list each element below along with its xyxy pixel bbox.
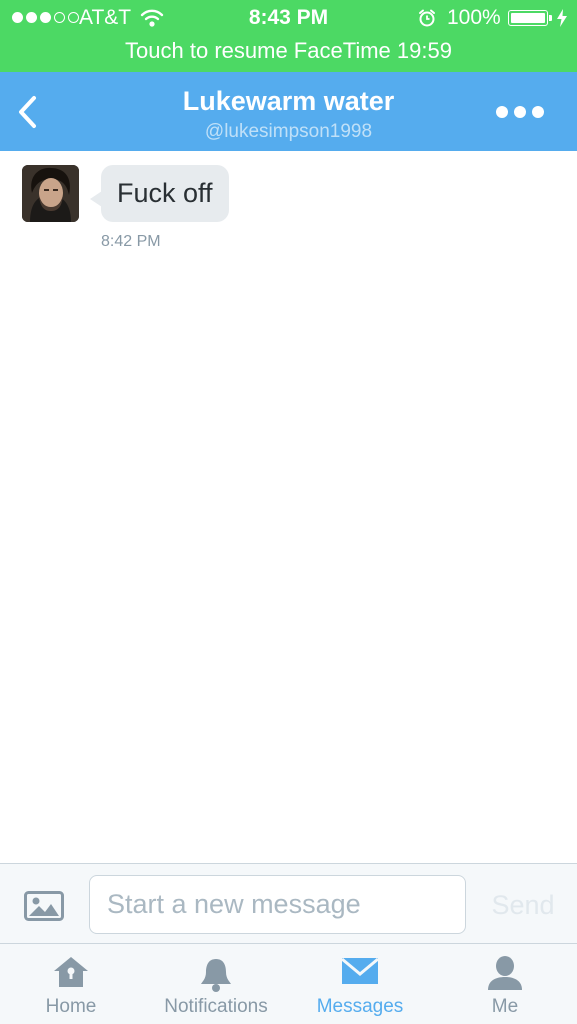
photo-icon[interactable] [24,891,64,921]
battery-percentage: 100% [447,6,501,29]
conversation-header: Lukewarm water @lukesimpson1998 [0,72,577,151]
tab-home[interactable]: Home [10,944,132,1024]
facetime-resume-banner[interactable]: Touch to resume FaceTime 19:59 [0,38,577,64]
message-bubble[interactable]: Fuck off [101,165,229,222]
tab-home-label: Home [45,996,97,1017]
charging-icon [557,9,567,27]
envelope-icon [341,957,379,984]
message-input[interactable] [89,875,466,934]
message-timestamp: 8:42 PM [101,233,161,250]
tab-bar: Home Notifications Messages Me [0,944,577,1024]
alarm-icon [419,9,435,27]
more-options-icon[interactable] [496,104,548,120]
status-row: AT&T 8:43 PM 100% [0,0,577,36]
avatar[interactable] [22,165,79,222]
tab-notifications-label: Notifications [164,996,268,1017]
message-composer: Send [0,863,577,944]
home-icon [54,957,88,987]
tab-me[interactable]: Me [445,944,565,1024]
avatar-photo [22,165,79,222]
tab-me-label: Me [491,996,519,1017]
send-button[interactable]: Send [478,890,568,921]
conversation-handle: @lukesimpson1998 [204,121,373,142]
conversation-title: Lukewarm water [182,86,395,116]
tab-messages-label: Messages [316,996,404,1017]
tab-messages[interactable]: Messages [300,944,420,1024]
battery-icon [508,10,548,26]
status-bar: AT&T 8:43 PM 100% Touch to resume FaceTi… [0,0,577,72]
tab-notifications[interactable]: Notifications [146,944,286,1024]
bell-icon [201,955,231,992]
person-icon [488,956,522,990]
